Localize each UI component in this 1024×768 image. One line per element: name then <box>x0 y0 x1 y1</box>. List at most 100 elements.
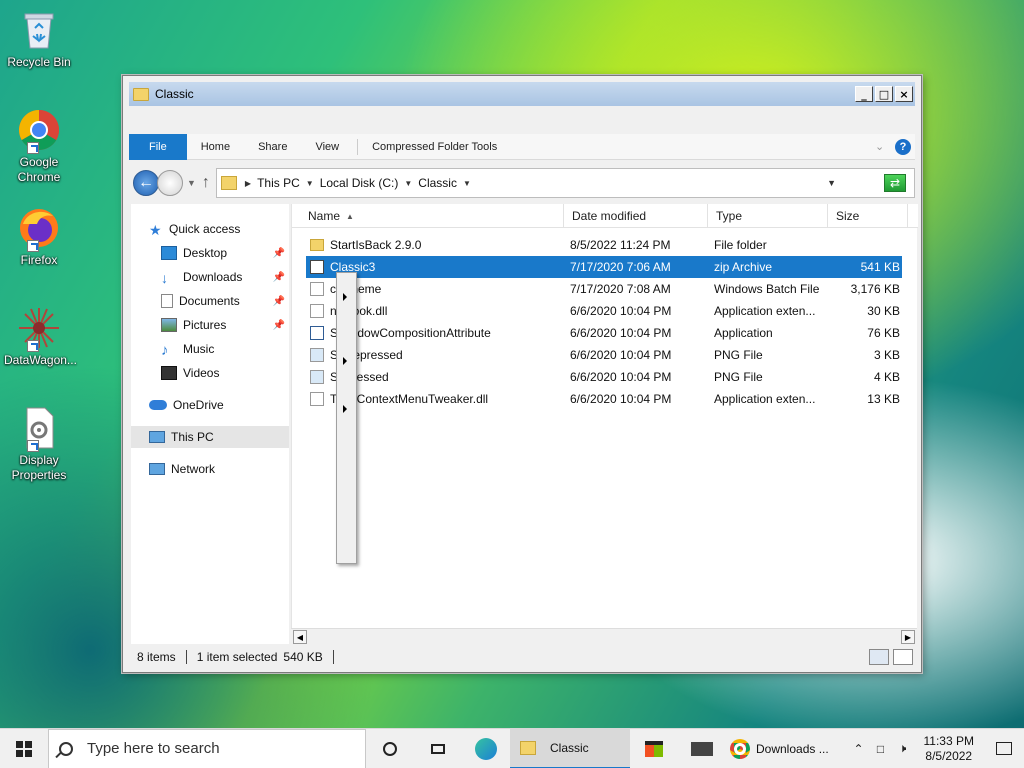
column-header-size[interactable]: Size <box>828 204 908 228</box>
dll-icon <box>310 392 324 406</box>
nav-pictures[interactable]: Pictures 📌 <box>161 314 289 336</box>
search-placeholder: Type here to search <box>87 740 220 757</box>
nav-onedrive[interactable]: OneDrive <box>149 394 289 416</box>
column-header-date[interactable]: Date modified <box>564 204 708 228</box>
file-size: 541 KB <box>860 260 900 274</box>
documents-icon <box>161 294 173 308</box>
taskbar-app-label: Downloads ... <box>756 741 829 756</box>
column-label: Type <box>716 209 743 223</box>
forward-button[interactable] <box>157 170 183 196</box>
nav-label: Documents <box>179 294 240 308</box>
desktop-icon-google-chrome[interactable]: Google Chrome <box>4 108 74 185</box>
desktop-icon-datawagon[interactable]: DataWagon... <box>4 306 77 368</box>
file-date: 6/6/2020 10:04 PM <box>570 304 672 318</box>
scroll-right-icon[interactable]: ▶ <box>901 630 915 644</box>
submenu-arrow-icon[interactable] <box>343 293 347 301</box>
context-menu[interactable] <box>336 272 357 564</box>
taskbar-app-classic[interactable]: Classic <box>510 728 630 768</box>
shortcut-arrow-icon <box>27 240 39 252</box>
task-view-icon[interactable] <box>414 729 462 768</box>
back-button[interactable]: ← <box>133 170 159 196</box>
tab-compressed-folder-tools[interactable]: Compressed Folder Tools <box>358 134 511 160</box>
address-bar-row: ← ▼ ↑ ▶ This PC ▼ Local Disk (C:) ▼ Classic… <box>133 166 915 200</box>
table-row[interactable]: St Pressed 6/6/2020 10:04 PM PNG File 4 … <box>306 366 902 388</box>
mail-icon[interactable] <box>678 729 726 768</box>
scroll-left-icon[interactable]: ◀ <box>293 630 307 644</box>
cortana-icon[interactable] <box>366 729 414 768</box>
breadcrumb-this-pc[interactable]: ▶ This PC ▼ <box>245 176 314 190</box>
nav-this-pc[interactable]: This PC <box>131 426 289 448</box>
file-date: 6/6/2020 10:04 PM <box>570 348 672 362</box>
tab-home[interactable]: Home <box>187 134 244 160</box>
taskbar-app-label: Classic <box>550 740 589 755</box>
app-icon <box>310 326 324 340</box>
column-header-type[interactable]: Type <box>708 204 828 228</box>
shortcut-arrow-icon <box>27 340 39 352</box>
nav-quick-access[interactable]: ★ Quick access <box>149 218 289 240</box>
breadcrumb-classic[interactable]: Classic ▼ <box>418 176 471 190</box>
address-history-dropdown-icon[interactable]: ▼ <box>827 178 836 188</box>
help-icon[interactable]: ? <box>895 138 911 155</box>
nav-downloads[interactable]: ↓ Downloads 📌 <box>161 266 289 288</box>
minimize-button[interactable]: _ <box>855 86 873 102</box>
taskbar-clock[interactable]: 11:33 PM 8/5/2022 <box>914 734 984 764</box>
volume-muted-icon[interactable]: 🕨 <box>892 741 914 756</box>
tab-view[interactable]: View <box>301 134 353 160</box>
show-hidden-icons-chevron-icon[interactable]: ⌃ <box>848 742 870 756</box>
start-button[interactable] <box>0 729 48 768</box>
up-arrow-icon[interactable]: ↑ <box>202 174 210 192</box>
column-header-row: Name ▲ Date modified Type Size <box>292 204 918 228</box>
nav-videos[interactable]: Videos <box>161 362 289 384</box>
maximize-button[interactable]: □ <box>875 86 893 102</box>
taskbar-search-box[interactable]: Type here to search <box>48 728 366 768</box>
table-row-selected[interactable]: Classic3 7/17/2020 7:06 AM zip Archive 5… <box>306 256 902 278</box>
nav-documents[interactable]: Documents 📌 <box>161 290 289 312</box>
edge-icon[interactable] <box>462 729 510 768</box>
clock-time: 11:33 PM <box>923 733 974 748</box>
png-icon <box>310 370 324 384</box>
large-icons-view-icon[interactable] <box>893 649 913 665</box>
store-icon[interactable] <box>630 729 678 768</box>
nav-music[interactable]: ♪ Music <box>161 338 289 360</box>
table-row[interactable]: cl ctheme 7/17/2020 7:08 AM Windows Batc… <box>306 278 902 300</box>
submenu-arrow-icon[interactable] <box>343 357 347 365</box>
column-label: Date modified <box>572 209 647 223</box>
desktop-icon-firefox[interactable]: Firefox <box>4 206 74 268</box>
tab-file[interactable]: File <box>129 133 187 160</box>
expand-ribbon-chevron-icon[interactable]: ⌄ <box>875 140 887 153</box>
shortcut-arrow-icon <box>27 142 39 154</box>
refresh-go-icon[interactable]: ⇄ <box>884 174 906 192</box>
title-bar[interactable]: Classic _ □ × <box>129 82 915 106</box>
file-date: 6/6/2020 10:04 PM <box>570 370 672 384</box>
breadcrumb-arrow-icon: ▼ <box>305 178 314 188</box>
network-icon[interactable]: □ <box>870 742 892 756</box>
taskbar-app-downloads[interactable]: Downloads ... <box>726 729 839 768</box>
nav-desktop[interactable]: Desktop 📌 <box>161 242 289 264</box>
horizontal-scrollbar[interactable]: ◀ ▶ <box>291 628 917 644</box>
desktop-icon-recycle-bin[interactable]: Recycle Bin <box>4 8 74 70</box>
file-type: zip Archive <box>714 260 773 274</box>
file-name: St Pressed <box>330 370 389 384</box>
breadcrumb-local-disk[interactable]: Local Disk (C:) ▼ <box>320 176 413 190</box>
clock-date: 8/5/2022 <box>925 748 973 763</box>
table-row[interactable]: Se indowCompositionAttribute 6/6/2020 10… <box>306 322 902 344</box>
table-row[interactable]: St Depressed 6/6/2020 10:04 PM PNG File … <box>306 344 902 366</box>
table-row[interactable]: n yhook.dll 6/6/2020 10:04 PM Applicatio… <box>306 300 902 322</box>
submenu-arrow-icon[interactable] <box>343 405 347 413</box>
music-note-icon: ♪ <box>161 342 169 359</box>
action-center-icon[interactable] <box>984 729 1024 768</box>
column-header-name[interactable]: Name ▲ <box>300 204 564 228</box>
table-row[interactable]: Ta arContextMenuTweaker.dll 6/6/2020 10:… <box>306 388 902 410</box>
desktop-icon-display-properties[interactable]: Display Properties <box>4 406 74 483</box>
tab-share[interactable]: Share <box>244 134 301 160</box>
recent-locations-dropdown-icon[interactable]: ▼ <box>187 178 196 188</box>
details-view-icon[interactable] <box>869 649 889 665</box>
datawagon-icon <box>17 306 61 352</box>
nav-network[interactable]: Network <box>149 458 289 480</box>
column-label: Size <box>836 209 860 223</box>
desktop-icon-label: Display Properties <box>11 453 67 482</box>
close-button[interactable]: × <box>895 86 913 102</box>
breadcrumb-arrow-icon: ▶ <box>244 178 252 188</box>
address-bar[interactable]: ▶ This PC ▼ Local Disk (C:) ▼ Classic ▼ ▼ ⇄ <box>215 168 915 198</box>
table-row[interactable]: StartIsBack 2.9.0 8/5/2022 11:24 PM File… <box>306 234 902 256</box>
